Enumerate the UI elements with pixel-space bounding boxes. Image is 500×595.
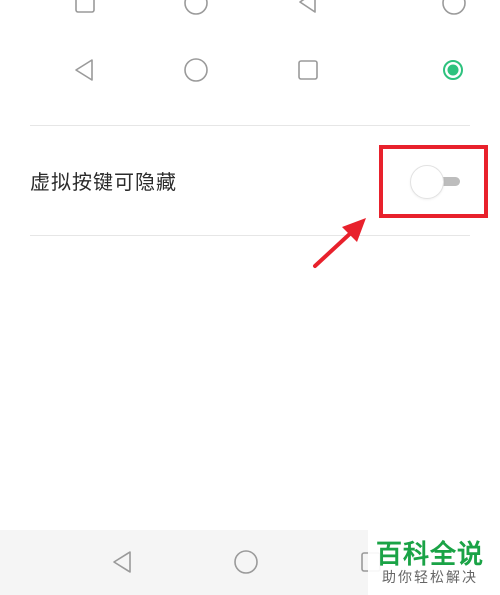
radio-selected-icon[interactable] (442, 59, 464, 81)
circle-icon (184, 58, 208, 82)
triangle-back-icon (75, 59, 93, 81)
watermark-subtitle: 助你轻松解决 (382, 570, 478, 586)
circle-icon (184, 0, 208, 15)
top-partial-row (0, 0, 500, 16)
triangle-back-icon (299, 0, 316, 13)
square-icon (75, 0, 95, 13)
watermark: 百科全说 助你轻松解决 (368, 528, 500, 595)
highlight-box (379, 145, 488, 218)
setting-label: 虚拟按键可隐藏 (30, 170, 177, 194)
home-icon[interactable] (233, 549, 259, 575)
annotation-arrow (313, 218, 366, 268)
square-icon (298, 60, 318, 80)
watermark-title: 百科全说 (376, 540, 485, 570)
divider-bottom (30, 235, 470, 236)
nav-layout-option-row[interactable] (0, 48, 500, 92)
back-icon[interactable] (110, 550, 134, 574)
circle-icon (442, 0, 466, 15)
